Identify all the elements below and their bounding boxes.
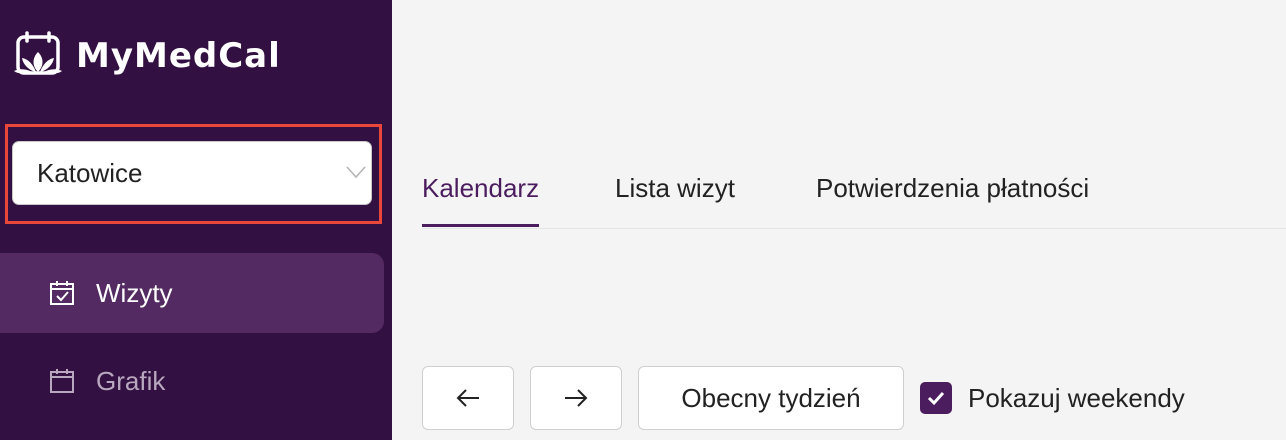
show-weekends-label[interactable]: Pokazuj weekendy xyxy=(968,383,1185,414)
chevron-down-icon xyxy=(346,166,366,179)
sidebar-item-wizyty[interactable]: Wizyty xyxy=(0,253,384,333)
tab-label: Potwierdzenia płatności xyxy=(816,173,1090,203)
show-weekends-checkbox[interactable] xyxy=(920,382,952,414)
sidebar-item-label: Grafik xyxy=(96,365,166,396)
tab-lista-wizyt[interactable]: Lista wizyt xyxy=(615,150,735,227)
arrow-right-icon xyxy=(565,389,588,407)
calendar-check-icon xyxy=(50,281,74,305)
lotus-calendar-logo-icon xyxy=(14,31,62,75)
tab-bar: Kalendarz Lista wizyt Potwierdzenia płat… xyxy=(422,150,1286,229)
previous-week-button[interactable] xyxy=(422,366,514,430)
tab-label: Kalendarz xyxy=(422,173,540,203)
arrow-left-icon xyxy=(456,389,479,407)
location-select[interactable]: Katowice xyxy=(12,141,372,205)
current-week-label: Obecny tydzień xyxy=(681,382,861,413)
tab-label: Lista wizyt xyxy=(615,173,735,203)
tab-potwierdzenia-platnosci[interactable]: Potwierdzenia płatności xyxy=(816,150,1089,227)
brand[interactable]: MyMedCal xyxy=(12,30,281,82)
calendar-icon xyxy=(50,369,74,393)
location-select-value: Katowice xyxy=(37,157,143,188)
app-name: MyMedCal xyxy=(76,36,281,76)
next-week-button[interactable] xyxy=(530,366,622,430)
checkmark-icon xyxy=(927,391,945,406)
sidebar: MyMedCal Katowice Wizyty Grafik xyxy=(0,0,392,440)
active-tab-indicator xyxy=(422,224,540,227)
sidebar-item-label: Wizyty xyxy=(96,277,173,308)
current-week-button[interactable]: Obecny tydzień xyxy=(638,366,904,430)
sidebar-item-grafik[interactable]: Grafik xyxy=(0,341,384,421)
tab-kalendarz[interactable]: Kalendarz xyxy=(422,150,540,227)
